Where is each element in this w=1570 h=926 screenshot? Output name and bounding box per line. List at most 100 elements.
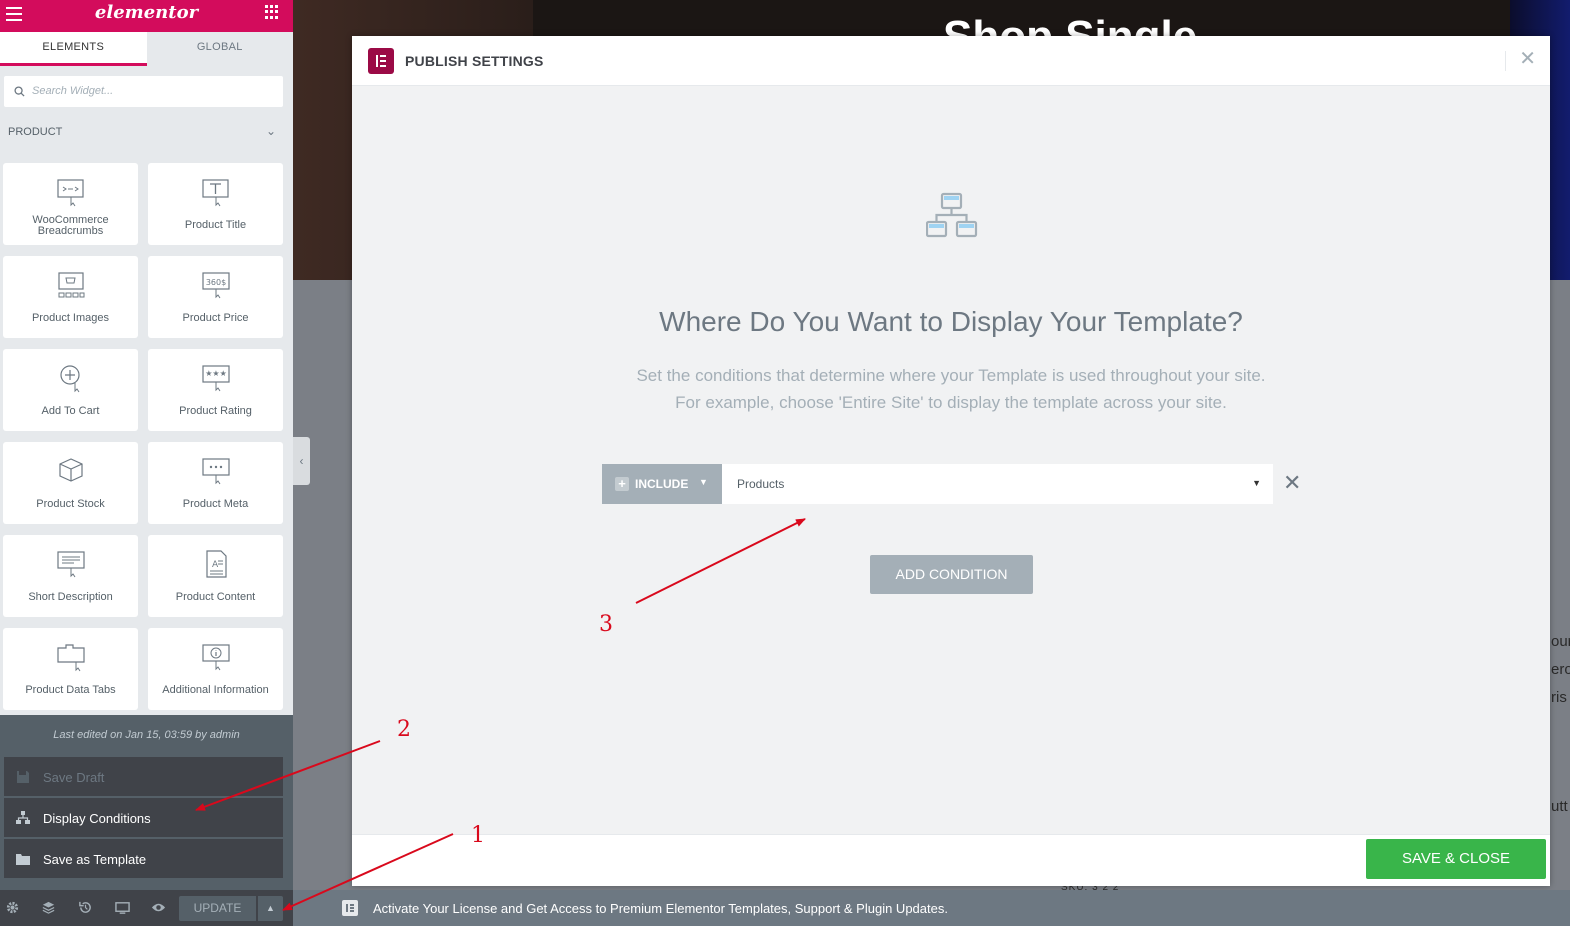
widget-add-to-cart[interactable]: Add To Cart: [3, 349, 138, 431]
floppy-disk-icon: [17, 771, 29, 783]
page-text-fragment: utt: [1551, 798, 1568, 815]
widget-product-price[interactable]: 360$ Product Price: [148, 256, 283, 338]
widget-woocommerce-breadcrumbs[interactable]: WooCommerce Breadcrumbs: [3, 163, 138, 245]
navigator-layers-icon[interactable]: [41, 900, 56, 915]
license-notice-bar: Activate Your License and Get Access to …: [293, 890, 1570, 926]
remove-condition-button[interactable]: ✕: [1283, 472, 1301, 494]
widget-label: Product Data Tabs: [25, 684, 116, 696]
panel-header: elementor: [0, 0, 293, 32]
widget-product-title[interactable]: Product Title: [148, 163, 283, 245]
header-divider: [1505, 51, 1506, 71]
widget-label: Product Images: [31, 312, 110, 324]
search-icon: [14, 86, 25, 97]
folder-icon: [16, 854, 30, 865]
breadcrumbs-icon: [56, 179, 84, 207]
panel-footer: UPDATE ▲: [0, 890, 293, 926]
widget-product-stock[interactable]: Product Stock: [3, 442, 138, 524]
save-as-template-label: Save as Template: [43, 852, 147, 867]
widget-label: Product Meta: [182, 498, 249, 510]
include-type-select[interactable]: + INCLUDE ▼: [602, 464, 722, 504]
responsive-desktop-icon[interactable]: [115, 900, 130, 915]
tab-global[interactable]: GLOBAL: [146, 32, 293, 66]
save-draft-button[interactable]: Save Draft: [4, 757, 283, 797]
title-icon: [201, 179, 229, 207]
page-text-fragment: ris: [1551, 689, 1567, 706]
history-icon[interactable]: [78, 900, 93, 915]
modal-footer: SAVE & CLOSE: [352, 834, 1550, 886]
elementor-notice-icon: [342, 900, 358, 916]
add-condition-button[interactable]: ADD CONDITION: [870, 555, 1033, 594]
widget-label: Product Rating: [179, 405, 252, 417]
page-text-fragment: ero: [1551, 661, 1570, 678]
display-conditions-button[interactable]: Display Conditions: [4, 798, 283, 838]
elementor-logo: elementor: [94, 2, 199, 23]
collapse-panel-button[interactable]: ‹: [293, 437, 310, 485]
elementor-logo-icon: [368, 48, 394, 74]
annotation-number-3: 3: [599, 612, 613, 637]
save-options-menu: Last edited on Jan 15, 03:59 by admin Sa…: [0, 715, 293, 890]
condition-row: + INCLUDE ▼ Products ▼: [602, 464, 1273, 504]
chevron-down-icon: ⌄: [265, 124, 276, 138]
publish-settings-modal: PUBLISH SETTINGS ✕ Where Do You Want to …: [352, 36, 1550, 886]
content-icon: A: [205, 550, 227, 578]
widget-additional-information[interactable]: Additional Information: [148, 628, 283, 710]
conditions-sitemap-icon: [926, 192, 978, 238]
widget-label: Additional Information: [162, 684, 269, 696]
sitemap-icon: [16, 811, 30, 824]
info-icon: [201, 644, 230, 671]
category-header-product[interactable]: PRODUCT ⌄: [8, 124, 280, 138]
stock-icon: [58, 458, 83, 482]
caret-down-icon: ▼: [699, 477, 708, 487]
data-tabs-icon: [56, 644, 85, 672]
modal-description: Set the conditions that determine where …: [352, 362, 1550, 416]
meta-icon: [201, 458, 230, 485]
save-as-template-button[interactable]: Save as Template: [4, 839, 283, 879]
widget-label: Product Price: [182, 312, 249, 324]
widgets-grid-icon[interactable]: [265, 5, 279, 19]
save-draft-label: Save Draft: [43, 770, 105, 785]
save-and-close-button[interactable]: SAVE & CLOSE: [1366, 839, 1546, 879]
widget-short-description[interactable]: Short Description: [3, 535, 138, 617]
search-placeholder: Search Widget...: [32, 85, 114, 97]
panel-tabs: ELEMENTS GLOBAL: [0, 32, 293, 66]
caret-down-icon: ▼: [1252, 478, 1261, 488]
widget-label: WooCommerce Breadcrumbs: [32, 214, 109, 237]
widget-product-rating[interactable]: ★★★ Product Rating: [148, 349, 283, 431]
price-icon: 360$: [201, 272, 230, 299]
category-title: PRODUCT: [8, 126, 63, 138]
condition-target-select[interactable]: Products ▼: [722, 464, 1273, 504]
modal-heading: Where Do You Want to Display Your Templa…: [659, 306, 1243, 337]
condition-value: Products: [737, 477, 785, 491]
widget-label: Product Stock: [36, 498, 105, 510]
update-button[interactable]: UPDATE: [179, 896, 256, 921]
widget-product-data-tabs[interactable]: Product Data Tabs: [3, 628, 138, 710]
short-description-icon: [56, 551, 85, 578]
price-icon-text: 360$: [205, 278, 225, 287]
svg-text:★★★: ★★★: [205, 369, 227, 378]
add-to-cart-icon: [59, 365, 80, 393]
widget-product-content[interactable]: A Product Content: [148, 535, 283, 617]
close-modal-button[interactable]: ✕: [1519, 49, 1536, 69]
widget-label: Short Description: [28, 591, 113, 603]
elementor-panel: elementor ELEMENTS GLOBAL Search Widget.…: [0, 0, 293, 926]
widget-product-images[interactable]: Product Images: [3, 256, 138, 338]
tab-elements[interactable]: ELEMENTS: [0, 32, 147, 66]
save-options-toggle-button[interactable]: ▲: [258, 896, 283, 921]
images-icon: [57, 272, 84, 298]
widget-label: Product Title: [184, 219, 247, 231]
search-widget-input[interactable]: Search Widget...: [4, 76, 283, 107]
widget-label: Product Content: [175, 591, 256, 603]
widget-label: Add To Cart: [41, 405, 100, 417]
description-line: For example, choose 'Entire Site' to dis…: [675, 393, 1227, 412]
display-conditions-label: Display Conditions: [43, 811, 151, 826]
include-label: INCLUDE: [635, 477, 689, 491]
annotation-number-1: 1: [471, 823, 485, 848]
modal-header: PUBLISH SETTINGS ✕: [352, 36, 1550, 86]
preview-eye-icon[interactable]: [151, 900, 166, 915]
settings-gear-icon[interactable]: [5, 900, 20, 915]
last-edited-text: Last edited on Jan 15, 03:59 by admin: [53, 729, 240, 741]
page-text-fragment: our: [1551, 633, 1570, 650]
widget-product-meta[interactable]: Product Meta: [148, 442, 283, 524]
license-notice-link[interactable]: Activate Your License and Get Access to …: [373, 901, 948, 916]
svg-text:A: A: [212, 560, 219, 570]
